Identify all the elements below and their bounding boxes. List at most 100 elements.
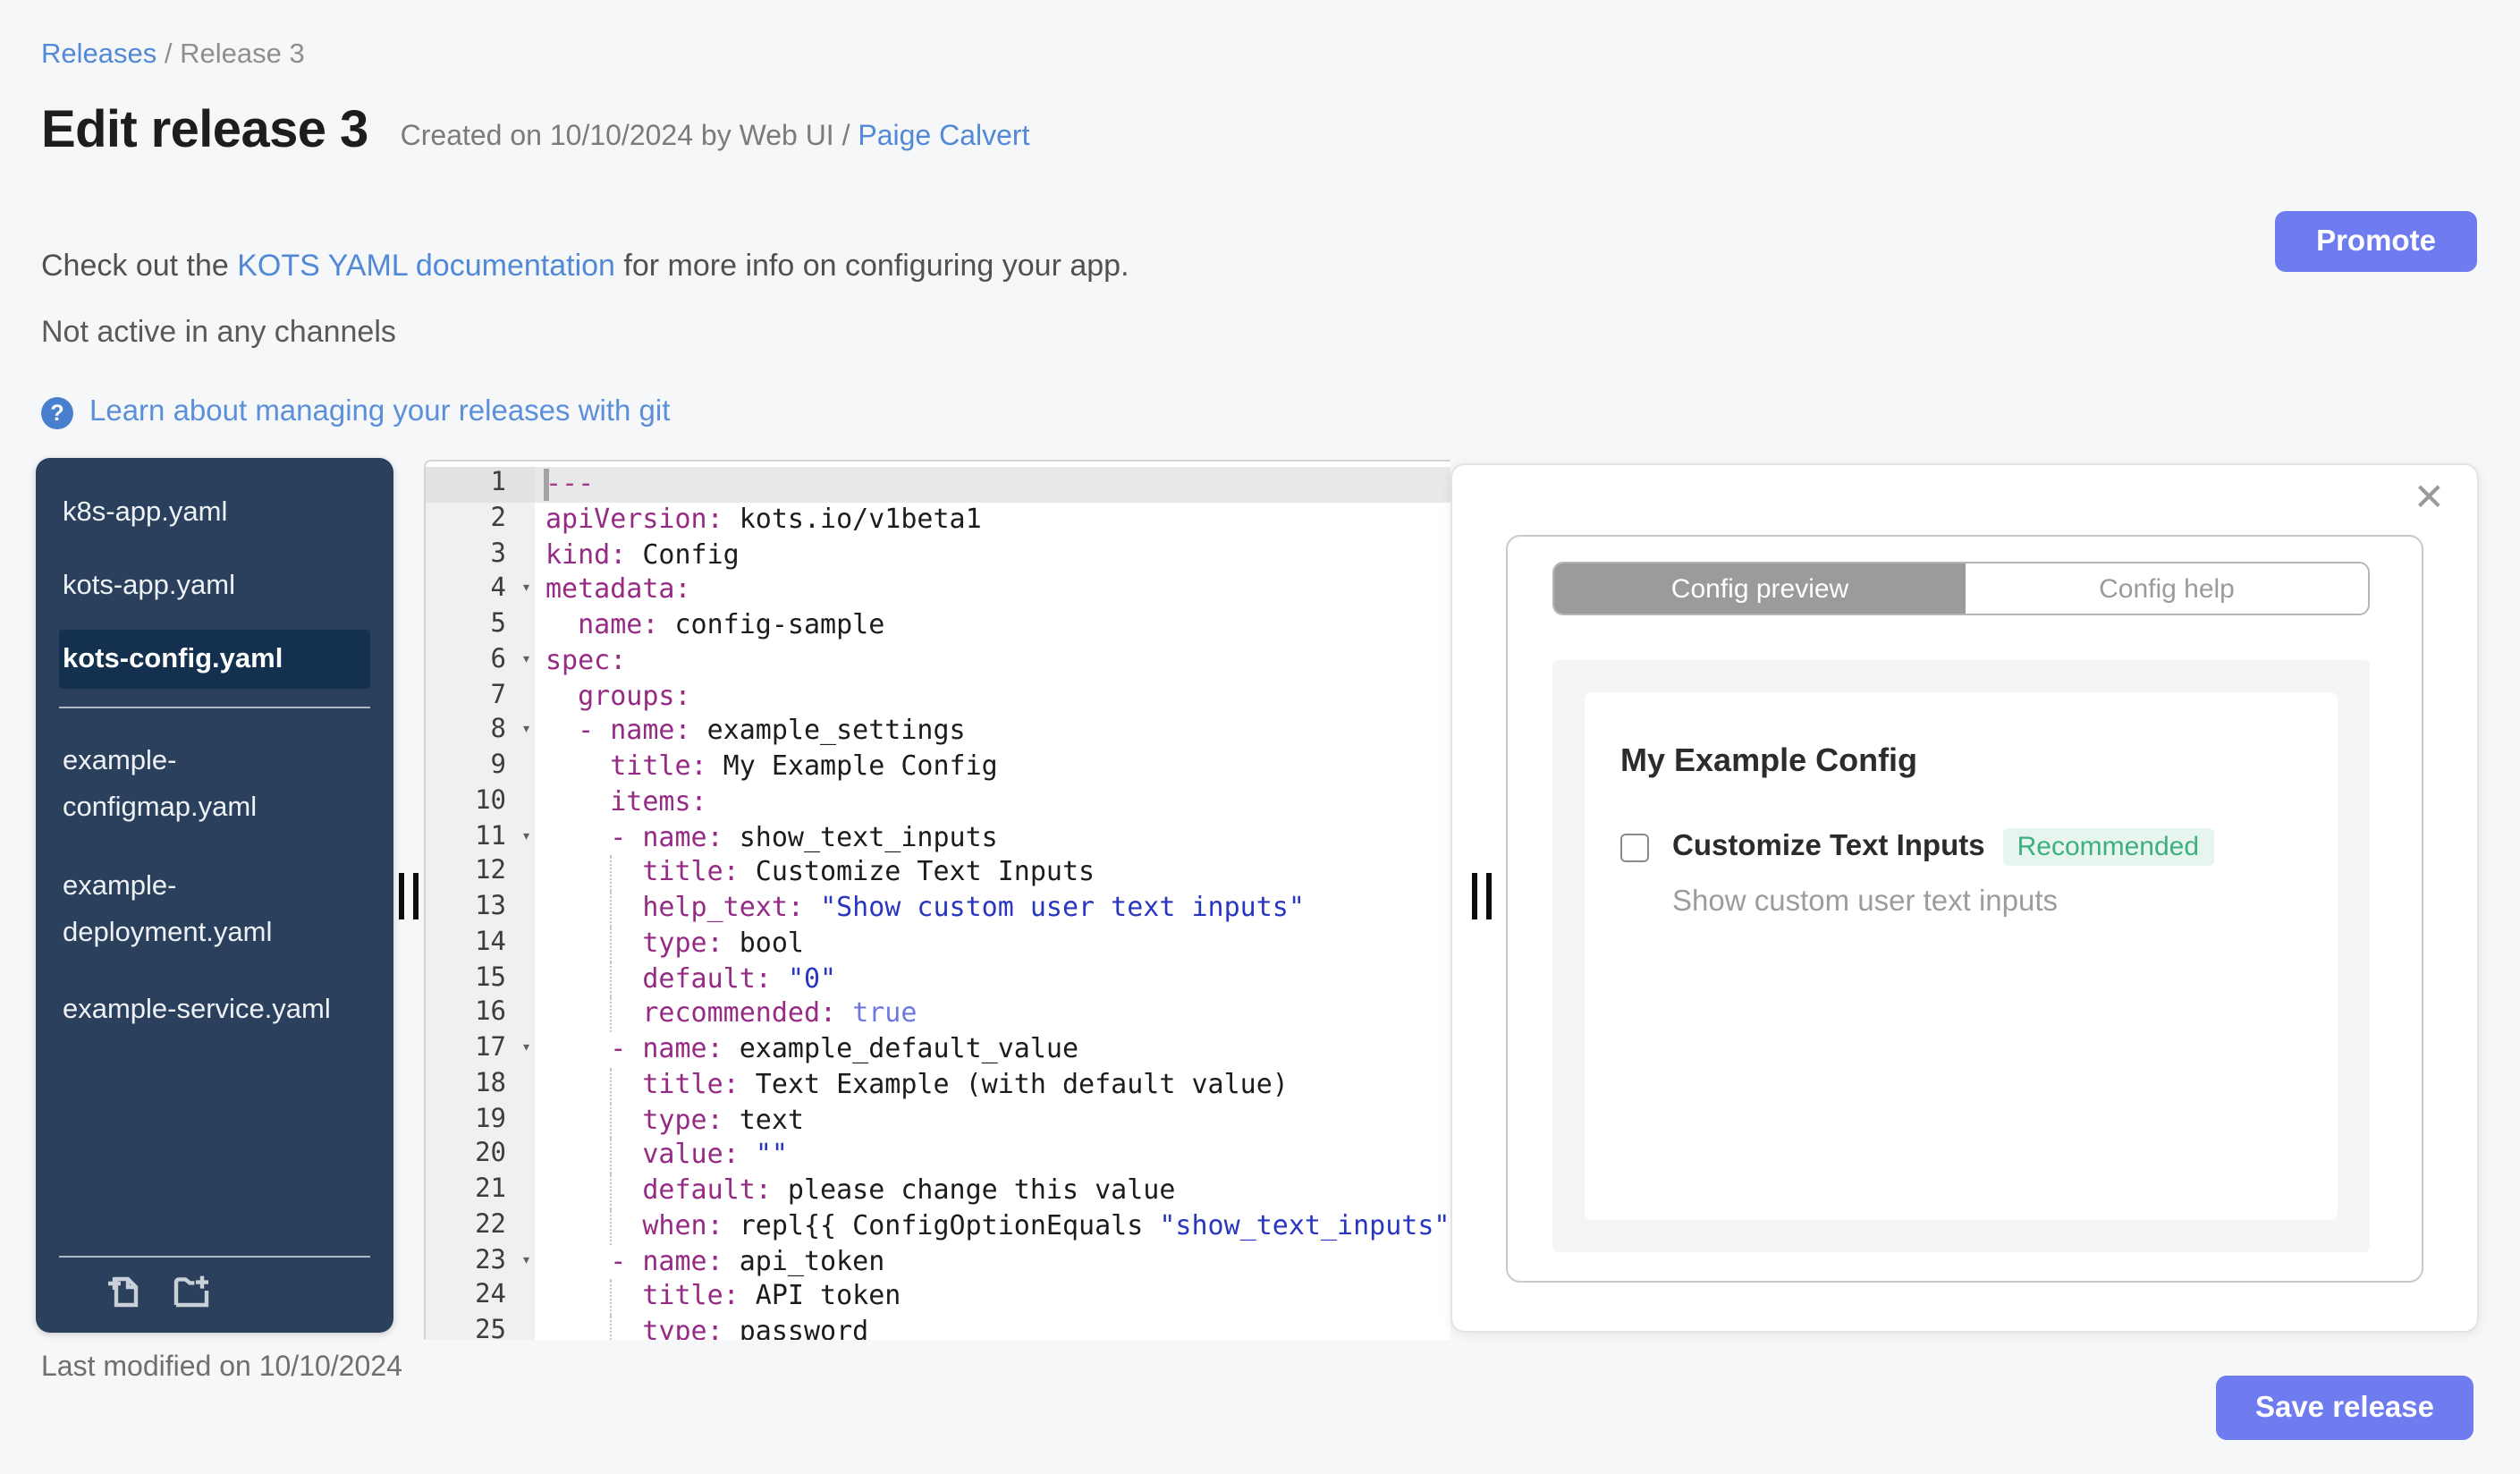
- code-line-14[interactable]: 14 type: bool: [426, 926, 1450, 961]
- code-line-21[interactable]: 21 default: please change this value: [426, 1173, 1450, 1209]
- breadcrumb-link-releases[interactable]: Releases: [41, 39, 156, 70]
- code-line-3[interactable]: 3 kind: Config: [426, 538, 1450, 573]
- last-modified-text: Last modified on 10/10/2024: [41, 1352, 402, 1383]
- line-number[interactable]: 11 ▾: [426, 820, 535, 856]
- file-group-divider: [59, 707, 370, 708]
- sidebar-item-kots-config.yaml[interactable]: kots-config.yaml: [59, 630, 370, 689]
- config-checkbox[interactable]: [1620, 833, 1649, 861]
- line-number[interactable]: 17 ▾: [426, 1032, 535, 1068]
- code-text: ---: [544, 467, 595, 501]
- code-line-17[interactable]: 17 ▾ - name: example_default_value: [426, 1032, 1450, 1068]
- line-number[interactable]: 13: [426, 891, 535, 927]
- new-file-icon[interactable]: [104, 1270, 143, 1318]
- code-text: type: password: [535, 1315, 1450, 1340]
- fold-toggle-icon[interactable]: ▾: [521, 1032, 531, 1068]
- line-number[interactable]: 10: [426, 784, 535, 820]
- tab-config-help[interactable]: Config help: [1966, 563, 2368, 614]
- code-line-8[interactable]: 8 ▾ - name: example_settings: [426, 714, 1450, 750]
- code-line-7[interactable]: 7 groups:: [426, 679, 1450, 715]
- code-line-2[interactable]: 2 apiVersion: kots.io/v1beta1: [426, 502, 1450, 538]
- line-number[interactable]: 24: [426, 1279, 535, 1315]
- code-line-1[interactable]: 1 ---: [426, 467, 1450, 503]
- indent-guide: [610, 996, 613, 1032]
- author-link[interactable]: Paige Calvert: [858, 122, 1029, 152]
- new-folder-icon[interactable]: [170, 1270, 213, 1318]
- line-number[interactable]: 22: [426, 1208, 535, 1244]
- code-line-20[interactable]: 20 value: "": [426, 1138, 1450, 1173]
- code-line-16[interactable]: 16 recommended: true: [426, 996, 1450, 1032]
- fold-toggle-icon[interactable]: ▾: [521, 1244, 531, 1280]
- text-caret: [544, 469, 548, 501]
- code-line-25[interactable]: 25 type: password: [426, 1315, 1450, 1340]
- code-text: when: repl{{ ConfigOptionEquals "show_te…: [535, 1208, 1450, 1244]
- kots-yaml-doc-link[interactable]: KOTS YAML documentation: [237, 249, 615, 283]
- code-line-13[interactable]: 13 help_text: "Show custom user text inp…: [426, 891, 1450, 927]
- indent-guide: [610, 1208, 613, 1244]
- code-line-5[interactable]: 5 name: config-sample: [426, 608, 1450, 644]
- indent-guide: [610, 855, 613, 891]
- code-text: groups:: [578, 679, 691, 711]
- preview-card: Config preview Config help My Example Co…: [1506, 535, 2423, 1283]
- preview-resize-handle[interactable]: [1468, 873, 1499, 919]
- sidebar-item-example-configmap.yaml[interactable]: example-configmap.yaml: [59, 730, 370, 841]
- close-icon[interactable]: ✕: [2414, 479, 2445, 517]
- line-number[interactable]: 20: [426, 1138, 535, 1173]
- code-line-4[interactable]: 4 ▾ metadata:: [426, 572, 1450, 609]
- code-line-12[interactable]: 12 title: Customize Text Inputs: [426, 855, 1450, 891]
- indent-guide: [610, 1315, 613, 1340]
- code-line-22[interactable]: 22 when: repl{{ ConfigOptionEquals "show…: [426, 1208, 1450, 1244]
- line-number[interactable]: 25: [426, 1315, 535, 1340]
- doc-info-line: Check out the KOTS YAML documentation fo…: [41, 249, 1129, 284]
- line-number[interactable]: 3: [426, 538, 535, 573]
- tab-config-preview[interactable]: Config preview: [1554, 563, 1966, 614]
- code-line-19[interactable]: 19 type: text: [426, 1103, 1450, 1139]
- fold-toggle-icon[interactable]: ▾: [521, 715, 531, 750]
- yaml-editor[interactable]: 1 --- 2 apiVersion: kots.io/v1beta1 3 kind: C…: [424, 460, 1450, 1340]
- promote-button[interactable]: Promote: [2275, 211, 2477, 272]
- line-number[interactable]: 14: [426, 926, 535, 961]
- code-text: default: please change this value: [535, 1173, 1450, 1209]
- sidebar-item-kots-app.yaml[interactable]: kots-app.yaml: [59, 556, 370, 615]
- file-sidebar: k8s-app.yaml kots-app.yaml kots-config.yam…: [36, 458, 393, 1333]
- code-text: - name: example_default_value: [610, 1032, 1079, 1064]
- line-number[interactable]: 23 ▾: [426, 1244, 535, 1280]
- line-number[interactable]: 7: [426, 679, 535, 715]
- save-release-button[interactable]: Save release: [2216, 1376, 2473, 1440]
- line-number[interactable]: 4 ▾: [426, 572, 535, 609]
- fold-toggle-icon[interactable]: ▾: [521, 644, 531, 680]
- breadcrumb-current: Release 3: [180, 39, 305, 70]
- git-releases-link[interactable]: Learn about managing your releases with …: [89, 395, 670, 429]
- code-line-23[interactable]: 23 ▾ - name: api_token: [426, 1244, 1450, 1280]
- line-number[interactable]: 6 ▾: [426, 643, 535, 680]
- code-text: title: API token: [535, 1279, 1450, 1315]
- sidebar-item-example-service.yaml[interactable]: example-service.yaml: [59, 980, 370, 1039]
- sidebar-item-example-deployment.yaml[interactable]: example-deployment.yaml: [59, 855, 370, 966]
- sidebar-actions: [104, 1270, 213, 1318]
- code-line-15[interactable]: 15 default: "0": [426, 961, 1450, 997]
- code-line-10[interactable]: 10 items:: [426, 784, 1450, 820]
- line-number[interactable]: 21: [426, 1173, 535, 1209]
- line-number[interactable]: 1: [426, 467, 535, 503]
- line-number[interactable]: 5: [426, 608, 535, 644]
- line-number[interactable]: 8 ▾: [426, 714, 535, 750]
- code-line-18[interactable]: 18 title: Text Example (with default val…: [426, 1067, 1450, 1103]
- code-line-6[interactable]: 6 ▾ spec:: [426, 643, 1450, 680]
- code-line-11[interactable]: 11 ▾ - name: show_text_inputs: [426, 820, 1450, 856]
- line-number[interactable]: 18: [426, 1067, 535, 1103]
- line-number[interactable]: 12: [426, 855, 535, 891]
- line-number[interactable]: 2: [426, 502, 535, 538]
- line-number[interactable]: 19: [426, 1103, 535, 1139]
- sidebar-resize-handle[interactable]: [395, 873, 426, 919]
- sidebar-item-k8s-app.yaml[interactable]: k8s-app.yaml: [59, 483, 370, 542]
- code-text: kind: Config: [545, 538, 740, 570]
- code-line-9[interactable]: 9 title: My Example Config: [426, 750, 1450, 785]
- line-number[interactable]: 15: [426, 961, 535, 997]
- indent-guide: [610, 961, 613, 997]
- fold-toggle-icon[interactable]: ▾: [521, 820, 531, 856]
- config-item-label: Customize Text Inputs: [1672, 830, 1985, 862]
- fold-toggle-icon[interactable]: ▾: [521, 573, 531, 609]
- created-info: Created on 10/10/2024 by Web UI / Paige …: [401, 122, 1030, 163]
- line-number[interactable]: 16: [426, 996, 535, 1032]
- line-number[interactable]: 9: [426, 750, 535, 785]
- code-line-24[interactable]: 24 title: API token: [426, 1279, 1450, 1315]
